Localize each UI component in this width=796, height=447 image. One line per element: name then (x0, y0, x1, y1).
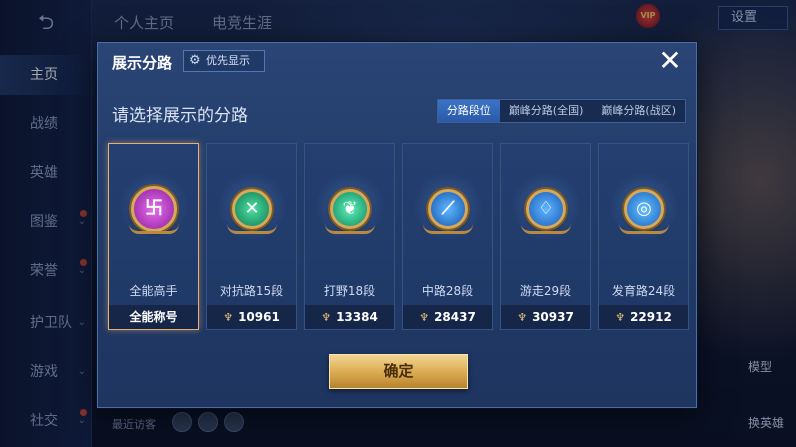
emblem-wings (619, 224, 669, 234)
lane-score: ♆ 10961 (207, 305, 296, 329)
tab-lane-2[interactable]: 巅峰分路(战区) (592, 100, 685, 122)
points-icon: ♆ (419, 311, 430, 324)
lane-emblem-icon: ❦ (330, 189, 370, 229)
lane-score-value: 22912 (630, 310, 672, 324)
lane-card[interactable]: ◎ 发育路24段 ♆ 22912 (598, 143, 689, 330)
lane-emblem-icon: ⟋ (428, 189, 468, 229)
lane-name: 全能高手 (129, 284, 178, 298)
emblem-wings (423, 224, 473, 234)
lane-name: 发育路24段 (611, 284, 676, 298)
lane-card[interactable]: 卐全能高手 全能称号 (108, 143, 199, 330)
lane-score: ♆ 28437 (403, 305, 492, 329)
gear-icon: ⚙ (189, 53, 201, 68)
points-icon: ♆ (321, 311, 332, 324)
emblem-wings (521, 224, 571, 234)
lane-score-value: 13384 (336, 310, 378, 324)
lane-card[interactable]: ✕ 对抗路15段 ♆ 10961 (206, 143, 297, 330)
lane-score-value: 30937 (532, 310, 574, 324)
dialog-title: 展示分路 (112, 54, 173, 72)
lane-score: 全能称号 (109, 305, 198, 329)
lane-score: ♆ 13384 (305, 305, 394, 329)
points-icon: ♆ (517, 311, 528, 324)
lane-score: ♆ 30937 (501, 305, 590, 329)
lane-name: 打野18段 (323, 284, 376, 298)
emblem-wings (129, 224, 179, 234)
emblem-wings (227, 224, 277, 234)
lane-tabs: 分路段位 巅峰分路(全国) 巅峰分路(战区) (436, 99, 686, 123)
priority-display-button[interactable]: ⚙ 优先显示 (183, 50, 265, 72)
lane-name: 对抗路15段 (219, 284, 284, 298)
lane-score-value: 10961 (238, 310, 280, 324)
lane-card[interactable]: ⟋ 中路28段 ♆ 28437 (402, 143, 493, 330)
lane-score: ♆ 22912 (599, 305, 688, 329)
confirm-button[interactable]: 确定 (329, 354, 468, 389)
lane-name: 中路28段 (421, 284, 474, 298)
emblem-wings (325, 224, 375, 234)
tab-lane-1[interactable]: 巅峰分路(全国) (500, 100, 593, 122)
priority-display-label: 优先显示 (206, 54, 250, 67)
lane-score-value: 28437 (434, 310, 476, 324)
close-icon[interactable]: ✕ (654, 45, 686, 77)
tab-lane-0[interactable]: 分路段位 (437, 100, 500, 122)
points-icon: ♆ (223, 311, 234, 324)
lane-emblem-icon: ✕ (232, 189, 272, 229)
lane-emblem-icon: ◎ (624, 189, 664, 229)
lane-card[interactable]: ♢ 游走29段 ♆ 30937 (500, 143, 591, 330)
lane-card[interactable]: ❦ 打野18段 ♆ 13384 (304, 143, 395, 330)
points-icon: ♆ (615, 311, 626, 324)
lane-score-value: 全能称号 (129, 310, 178, 324)
lane-emblem-icon: ♢ (526, 189, 566, 229)
lane-name: 游走29段 (519, 284, 572, 298)
dialog-subtitle: 请选择展示的分路 (112, 106, 248, 126)
lane-display-dialog: 展示分路 ⚙ 优先显示 ✕ 请选择展示的分路 分路段位 巅峰分路(全国) 巅峰分路(… (97, 42, 697, 408)
